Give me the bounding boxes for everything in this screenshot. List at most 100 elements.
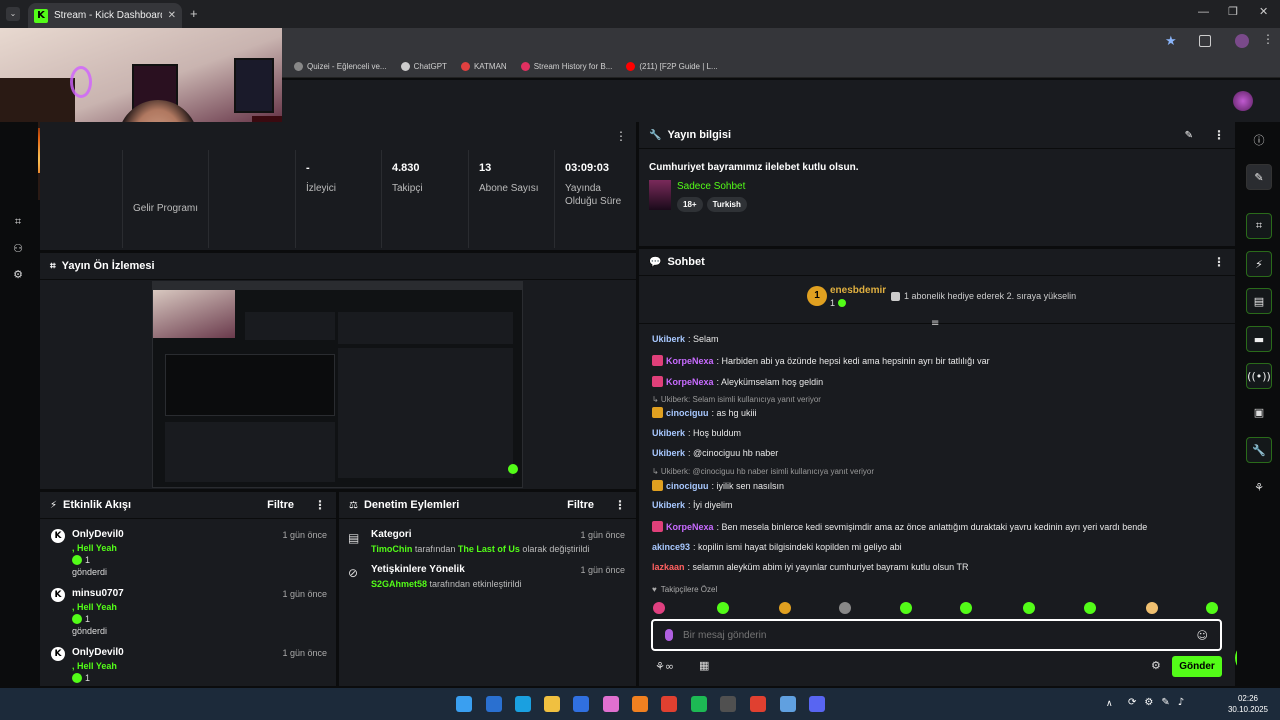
tray-chevron-icon[interactable]: ∧ bbox=[1106, 698, 1113, 709]
store-icon[interactable] bbox=[573, 696, 589, 712]
send-button[interactable]: Gönder bbox=[1172, 656, 1222, 677]
emote-icon[interactable] bbox=[717, 602, 729, 614]
folder-icon[interactable] bbox=[544, 696, 560, 712]
user-avatar[interactable] bbox=[1233, 91, 1253, 111]
pinned-count: 1 bbox=[830, 298, 847, 308]
chat-username[interactable]: Ukiberk bbox=[652, 448, 685, 458]
emote-icon[interactable] bbox=[1084, 602, 1096, 614]
collapse-icon[interactable]: ≡ bbox=[931, 318, 939, 329]
chat-username[interactable]: Ukiberk bbox=[652, 428, 685, 438]
broadcast-button[interactable]: ((•)) bbox=[1246, 363, 1272, 389]
chat-icon: 💬 bbox=[649, 256, 662, 268]
maximize-icon[interactable]: ❐ bbox=[1228, 5, 1238, 18]
obs-icon[interactable] bbox=[720, 696, 736, 712]
emoji-icon[interactable]: ☺ bbox=[1197, 629, 1208, 642]
community-icon[interactable]: ⚘ bbox=[1253, 482, 1265, 494]
bookmark-item[interactable]: (211) [F2P Guide | L... bbox=[626, 62, 718, 71]
emote-icon[interactable] bbox=[900, 602, 912, 614]
chrome-icon[interactable] bbox=[661, 696, 677, 712]
spotify-icon[interactable] bbox=[691, 696, 707, 712]
chat-username[interactable]: Ukiberk bbox=[652, 500, 685, 510]
channel-points-icon[interactable]: ⚘∞ bbox=[655, 660, 674, 673]
layout-icon[interactable]: ▣ bbox=[1253, 407, 1265, 419]
stream-info-menu-icon[interactable]: ⋮ bbox=[1213, 128, 1225, 142]
bookmark-star-icon[interactable]: ★ bbox=[1165, 34, 1177, 49]
pinned-cta[interactable]: 1 abonelik hediye ederek 2. sıraya yükse… bbox=[891, 291, 1076, 301]
category-link[interactable]: Sadece Sohbet bbox=[677, 181, 745, 192]
emote-icon[interactable] bbox=[1146, 602, 1158, 614]
emote-icon[interactable] bbox=[1206, 602, 1218, 614]
stream-preview-video[interactable] bbox=[152, 281, 523, 488]
edge-browser-icon[interactable] bbox=[515, 696, 531, 712]
close-tab-icon[interactable]: ✕ bbox=[168, 10, 176, 21]
bookmark-favicon-icon bbox=[294, 62, 303, 71]
emote-icon[interactable] bbox=[1023, 602, 1035, 614]
chat-username[interactable]: cinociguu bbox=[666, 408, 709, 418]
stat-subscribers: 13 Abone Sayısı bbox=[468, 150, 554, 248]
notes-button[interactable]: ▤ bbox=[1246, 288, 1272, 314]
moderation-menu-icon[interactable]: ⋮ bbox=[614, 498, 626, 512]
vlc-icon[interactable] bbox=[632, 696, 648, 712]
copilot-icon[interactable] bbox=[603, 696, 619, 712]
chat-username[interactable]: KorpeNexa bbox=[666, 356, 714, 366]
clock[interactable]: 02:26 30.10.2025 bbox=[1226, 693, 1270, 715]
settings-icon[interactable] bbox=[780, 696, 796, 712]
bookmark-item[interactable]: Stream History for B... bbox=[520, 62, 612, 71]
emote-icon[interactable] bbox=[779, 602, 791, 614]
activity-menu-icon[interactable]: ⋮ bbox=[314, 498, 326, 512]
tools-button[interactable]: 🔧 bbox=[1246, 437, 1272, 463]
bookmark-favicon-icon bbox=[626, 62, 636, 71]
chat-username[interactable]: cinociguu bbox=[666, 481, 709, 491]
emote-icon[interactable] bbox=[653, 602, 665, 614]
chrome-active-icon[interactable] bbox=[750, 696, 766, 712]
chat-username[interactable]: akince93 bbox=[652, 542, 690, 552]
emote-icon[interactable] bbox=[960, 602, 972, 614]
stats-menu-icon[interactable]: ⋮ bbox=[615, 129, 627, 143]
tag-badge[interactable]: 18+ bbox=[677, 197, 703, 212]
bookmark-item[interactable]: KATMAN bbox=[460, 62, 507, 71]
windows-start-icon[interactable] bbox=[456, 696, 472, 712]
browser-tab[interactable]: K Stream - Kick Dashboard ✕ bbox=[28, 3, 182, 28]
info-icon[interactable]: ⓘ bbox=[1253, 135, 1265, 147]
stat-value: 03:09:03 bbox=[565, 162, 610, 174]
activity-button[interactable]: ⚡ bbox=[1246, 251, 1272, 277]
minimize-icon[interactable]: — bbox=[1198, 6, 1209, 18]
chat-username[interactable]: KorpeNexa bbox=[666, 522, 714, 532]
chat-settings-icon[interactable]: ⚙ bbox=[1151, 659, 1161, 672]
emote-icon[interactable] bbox=[839, 602, 851, 614]
edit-icon[interactable]: ✎ bbox=[1185, 130, 1193, 141]
bookmark-item[interactable]: Quizei - Eğlenceli ve... bbox=[294, 62, 387, 71]
chat-button[interactable]: ▬ bbox=[1246, 326, 1272, 352]
settings-icon[interactable]: ⚙ bbox=[12, 269, 24, 281]
chat-username[interactable]: KorpeNexa bbox=[666, 377, 714, 387]
extensions-icon[interactable] bbox=[1199, 35, 1211, 47]
browser-menu-icon[interactable]: ⋮ bbox=[1262, 32, 1274, 46]
chat-input-box[interactable]: ☺ bbox=[651, 619, 1222, 651]
users-icon[interactable]: ⚇ bbox=[12, 243, 24, 255]
chat-menu-icon[interactable]: ⋮ bbox=[1213, 255, 1225, 269]
tag-badge[interactable]: Turkish bbox=[706, 197, 747, 212]
new-tab-icon[interactable]: + bbox=[190, 6, 198, 21]
store-icon[interactable]: ▦ bbox=[699, 659, 709, 672]
profile-avatar[interactable] bbox=[1235, 34, 1249, 48]
kick-badge-icon: K bbox=[51, 588, 65, 602]
edit-button[interactable]: ✎ bbox=[1246, 164, 1272, 190]
focus-icon[interactable]: ⌗ bbox=[12, 216, 24, 228]
tab-search-icon[interactable]: ⌄ bbox=[6, 7, 20, 21]
pinned-user[interactable]: enesbdemir bbox=[830, 285, 886, 296]
file-explorer-icon[interactable] bbox=[486, 696, 502, 712]
system-tray[interactable]: ⟳⚙✎♪ bbox=[1128, 697, 1208, 711]
chat-username[interactable]: Ukiberk bbox=[652, 334, 685, 344]
tag-list: 18+ Turkish bbox=[677, 196, 751, 212]
moderation-filter-button[interactable]: Filtre bbox=[567, 499, 594, 511]
activity-filter-button[interactable]: Filtre bbox=[267, 499, 294, 511]
discord-icon[interactable] bbox=[809, 696, 825, 712]
activity-item: K OnlyDevil0 1 gün önce , Hell Yeah 1 gö… bbox=[48, 529, 333, 577]
bookmark-item[interactable]: ChatGPT bbox=[400, 62, 447, 71]
microphone-icon[interactable] bbox=[665, 629, 673, 641]
close-window-icon[interactable]: ✕ bbox=[1259, 5, 1268, 18]
chat-input[interactable] bbox=[683, 629, 1187, 641]
chat-message: lazkaan: selamın aleyküm abim iyi yayınl… bbox=[652, 562, 1232, 572]
focus-button[interactable]: ⌗ bbox=[1246, 213, 1272, 239]
chat-username[interactable]: lazkaan bbox=[652, 562, 685, 572]
